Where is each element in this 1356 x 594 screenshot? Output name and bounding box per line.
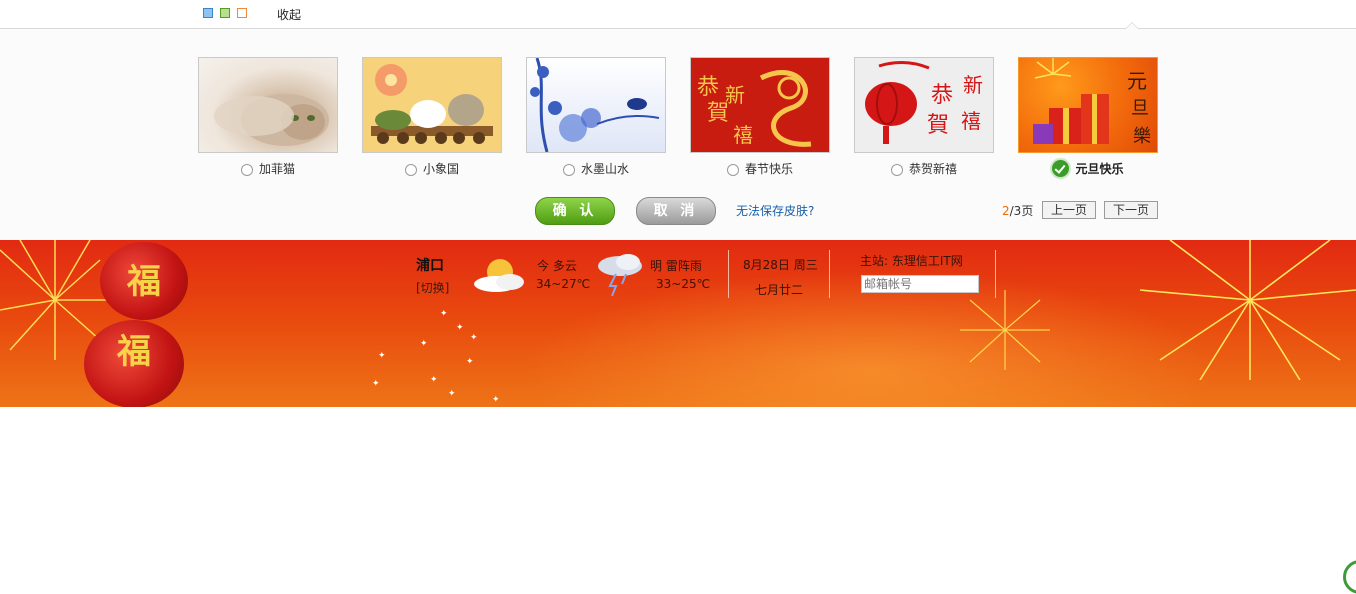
skin-label-row[interactable]: 小象国: [362, 160, 502, 177]
today-temperature: 34~27℃: [536, 277, 591, 291]
page-indicator: 2/3页: [1002, 202, 1033, 219]
skin-option-garfield[interactable]: 加菲猫: [198, 57, 338, 176]
sparkle-decoration: ✦: [440, 309, 448, 319]
svg-text:禧: 禧: [733, 123, 753, 147]
svg-text:元: 元: [1127, 69, 1147, 93]
skin-option-elephant[interactable]: 小象国: [362, 57, 502, 176]
cancel-button[interactable]: 取 消: [636, 197, 716, 225]
elephant-image: [371, 64, 493, 144]
lantern-decoration: 福: [100, 242, 188, 320]
skin-thumbnail-new-years-day[interactable]: 元 旦 樂: [1018, 57, 1158, 153]
skin-option-new-years-day[interactable]: 元 旦 樂 元旦快乐: [1018, 57, 1158, 177]
sparkle-decoration: ✦: [372, 379, 380, 389]
skin-thumbnail-spring[interactable]: 恭 賀 新 禧: [690, 57, 830, 153]
skin-thumbnail-greetings[interactable]: 恭 賀 新 禧: [854, 57, 994, 153]
mail-account-input[interactable]: [861, 275, 979, 293]
date-text: 8月28日 周三: [743, 258, 818, 272]
skin-label-row[interactable]: 恭贺新禧: [854, 160, 994, 177]
svg-text:恭: 恭: [931, 83, 953, 108]
skin-thumbnail-elephant[interactable]: [362, 57, 502, 153]
skin-option-spring-festival[interactable]: 恭 賀 新 禧 春节快乐: [690, 57, 830, 176]
divider: [995, 250, 996, 298]
svg-text:恭: 恭: [697, 75, 719, 100]
gift-fireworks-image: 元 旦 樂: [1033, 58, 1151, 147]
skin-picker-panel: 加菲猫 小象国 水墨山水 恭 賀 新 禧 春节快乐 恭 賀 新 禧 恭贺新禧 元…: [0, 29, 1356, 240]
radio-button[interactable]: [890, 164, 903, 176]
fireworks-right-decoration: [1139, 240, 1356, 380]
thunderstorm-icon: [598, 254, 642, 296]
checkmark-icon[interactable]: [1052, 160, 1070, 177]
switch-city-link[interactable]: [切换]: [416, 279, 449, 296]
tomorrow-weather: 明 雷阵雨: [650, 259, 702, 273]
radio-button[interactable]: [726, 164, 739, 176]
prev-page-button[interactable]: 上一页: [1042, 201, 1096, 219]
sparkle-decoration: ✦: [456, 323, 464, 333]
green-swatch[interactable]: [220, 8, 230, 18]
svg-text:樂: 樂: [1133, 126, 1151, 147]
festive-banner: 福 福 ✦ ✦ ✦ ✦ ✦ ✦ ✦ ✦ ✦ ✦ 浦口 [切换] 今 多云 34~…: [0, 240, 1356, 407]
orange-swatch[interactable]: [237, 8, 247, 18]
radio-button[interactable]: [562, 164, 575, 176]
blue-swatch[interactable]: [203, 8, 213, 18]
lantern-decoration: 福: [84, 320, 184, 407]
sparkle-decoration: ✦: [430, 375, 438, 385]
skin-option-ink-landscape[interactable]: 水墨山水: [526, 57, 666, 176]
sparkle-decoration: ✦: [378, 351, 386, 361]
svg-text:旦: 旦: [1131, 98, 1149, 119]
lunar-date-text: 七月廿二: [755, 283, 804, 297]
sparkle-decoration: ✦: [466, 357, 474, 367]
radio-button[interactable]: [404, 164, 417, 176]
radio-button[interactable]: [240, 164, 253, 176]
divider: [829, 250, 830, 298]
skin-label-row[interactable]: 水墨山水: [526, 160, 666, 177]
collapse-link[interactable]: 收起: [277, 6, 301, 23]
svg-text:賀: 賀: [927, 113, 949, 138]
today-weather: 今 多云: [537, 259, 577, 273]
confirm-button[interactable]: 确 认: [535, 197, 615, 225]
city-name: 浦口: [416, 258, 444, 274]
sparkle-decoration: ✦: [420, 339, 428, 349]
svg-text:禧: 禧: [961, 109, 981, 133]
divider: [728, 250, 729, 298]
skin-label-row[interactable]: 春节快乐: [690, 160, 830, 177]
corner-badge-icon[interactable]: [1343, 560, 1356, 594]
tomorrow-temperature: 33~25℃: [656, 277, 711, 291]
skin-label-row[interactable]: 加菲猫: [198, 160, 338, 177]
sparkle-decoration: ✦: [492, 395, 500, 405]
current-page: 2: [1002, 204, 1010, 218]
top-bar: 收起: [0, 0, 1356, 29]
skin-thumbnail-ink[interactable]: [526, 57, 666, 153]
dragon-image: 恭 賀 新 禧: [697, 70, 812, 147]
next-page-button[interactable]: 下一页: [1104, 201, 1158, 219]
skin-option-new-year-greetings[interactable]: 恭 賀 新 禧 恭贺新禧: [854, 57, 994, 176]
caret-up-icon: [1125, 22, 1139, 29]
lantern-image: 恭 賀 新 禧: [865, 61, 983, 144]
cat-image: [214, 94, 329, 146]
skin-thumbnail-cat[interactable]: [198, 57, 338, 153]
fireworks-small-decoration: [960, 290, 1050, 370]
sparkle-decoration: ✦: [448, 389, 456, 399]
total-pages: /3页: [1009, 204, 1034, 218]
ink-painting-image: [530, 58, 660, 152]
skin-label-row[interactable]: 元旦快乐: [1018, 160, 1158, 177]
cloudy-sun-icon: [474, 259, 524, 292]
cannot-save-skin-link[interactable]: 无法保存皮肤?: [736, 202, 814, 219]
svg-text:新: 新: [963, 73, 983, 97]
sparkle-decoration: ✦: [470, 333, 478, 343]
main-site-label[interactable]: 主站: 东理信工IT网: [860, 252, 963, 269]
svg-text:新: 新: [725, 83, 745, 107]
